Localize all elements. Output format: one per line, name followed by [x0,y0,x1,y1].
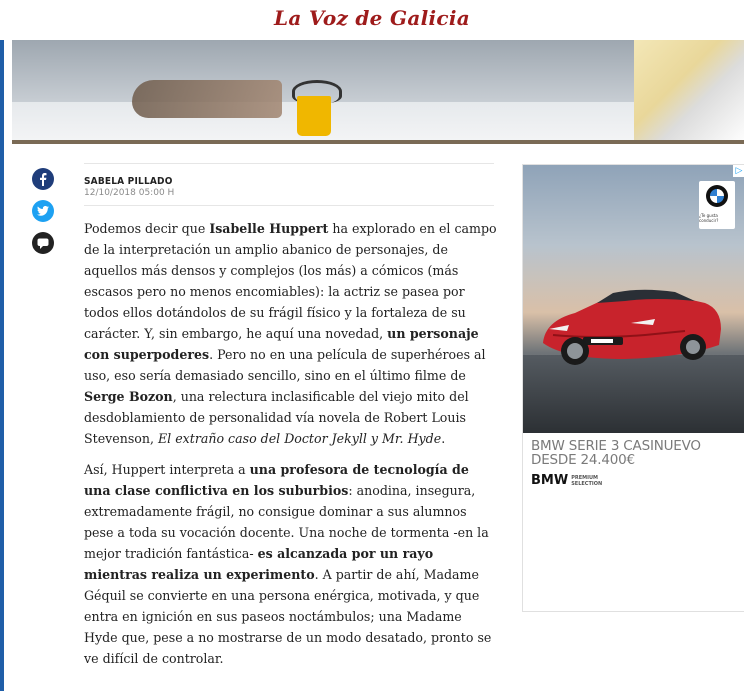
comment-icon[interactable] [32,232,54,254]
hero-image [12,40,744,144]
ad-brand: BMW PREMIUM SELECTION [531,473,603,488]
publish-date: 12/10/2018 05:00 H [84,188,175,198]
divider [84,163,494,164]
ad-image[interactable]: ▷ ¿Te gusta conducir? [523,165,744,433]
twitter-icon[interactable] [32,200,54,222]
car-image [543,289,721,365]
divider [84,205,494,206]
bmw-logo: ¿Te gusta conducir? [699,181,735,229]
share-bar [32,168,54,264]
author-name[interactable]: SABELA PILLADO [84,176,494,187]
adchoices-icon[interactable]: ▷ [733,165,744,177]
site-header: La Voz de Galicia [0,0,744,40]
site-logo[interactable]: La Voz de Galicia [0,6,744,30]
paragraph: Podemos decir que Isabelle Huppert ha ex… [84,221,497,446]
advertisement[interactable]: ▷ ¿Te gusta conducir? BMW SERIE 3 CASINU… [522,164,744,612]
ad-headline[interactable]: BMW SERIE 3 CASINUEVO DESDE 24.400€ [531,439,737,467]
facebook-icon[interactable] [32,168,54,190]
article-body: Podemos decir que Isabelle Huppert ha ex… [84,218,498,679]
paragraph: Así, Huppert interpreta a una profesora … [84,462,492,666]
byline: SABELA PILLADO 12/10/2018 05:00 H [84,176,494,198]
